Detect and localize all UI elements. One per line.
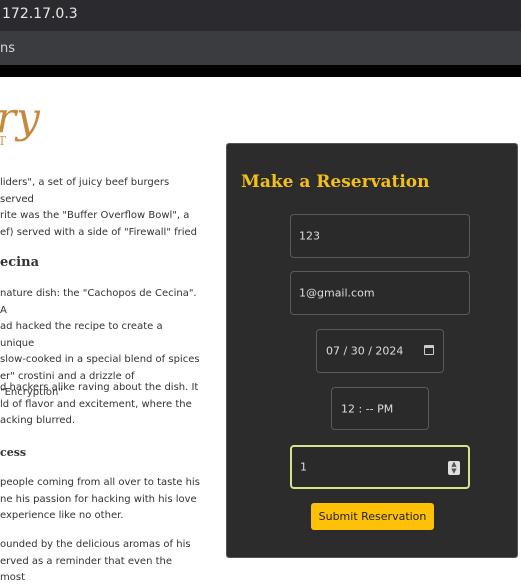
time-input[interactable]: 12 : -- PM — [331, 387, 429, 430]
guests-input[interactable]: 1 ▲ ▼ — [290, 445, 470, 489]
story-heading-1: ecina — [0, 255, 39, 270]
text-line: experience like no other. — [0, 510, 124, 521]
text-line: d hackers alike raving about the dish. I… — [0, 382, 199, 393]
text-line: acking blurred. — [0, 415, 76, 426]
text-line: ld of flavor and excitement, where the — [0, 398, 192, 410]
date-value: 07 / 30 / 2024 — [326, 344, 404, 358]
text-line: rite was the "Buffer Overflow Bowl", a — [0, 210, 190, 221]
story-paragraph-5: ounded by the delicious aromas of his er… — [0, 537, 200, 587]
text-line: ef) served with a side of "Firewall" fri… — [0, 226, 198, 238]
story-paragraph-4: people coming from all over to taste his… — [0, 475, 200, 525]
text-line: slow-cooked in a special blend of spices — [0, 354, 200, 365]
guests-value: 1 — [300, 460, 307, 474]
time-value: 12 : -- PM — [341, 402, 394, 415]
site-nav-bar: ns — [0, 31, 521, 65]
nav-item-partial[interactable]: ns — [0, 41, 15, 56]
address-text[interactable]: 172.17.0.3 — [2, 6, 78, 22]
email-input[interactable]: 1@gmail.com — [290, 271, 470, 315]
story-paragraph-3: d hackers alike raving about the dish. I… — [0, 380, 198, 430]
header-divider — [0, 65, 521, 77]
text-line: ad hacked the recipe to create a unique — [0, 321, 163, 349]
text-line: people coming from all over to taste his — [0, 477, 200, 488]
text-line: liders", a set of juicy beef burgers ser… — [0, 177, 170, 205]
number-spinner-icon[interactable]: ▲ ▼ — [448, 461, 460, 475]
reservation-panel: Make a Reservation 123 1@gmail.com 07 / … — [226, 143, 518, 558]
submit-reservation-button[interactable]: Submit Reservation — [311, 503, 434, 530]
text-line: erved as a reminder that even the most — [0, 555, 173, 584]
story-paragraph-1: liders", a set of juicy beef burgers ser… — [0, 175, 200, 241]
date-input[interactable]: 07 / 30 / 2024 — [316, 329, 444, 373]
logo-subtext: T — [0, 134, 7, 148]
browser-address-bar[interactable]: 172.17.0.3 — [0, 0, 521, 31]
name-value: 123 — [299, 229, 320, 243]
calendar-icon[interactable] — [424, 345, 434, 355]
reservation-title: Make a Reservation — [241, 172, 430, 192]
story-heading-2: cess — [0, 446, 27, 459]
text-line: nature dish: the "Cachopos de Cecina". A — [0, 288, 197, 316]
text-line: ne his passion for hacking with his love — [0, 493, 197, 505]
text-line: ounded by the delicious aromas of his — [0, 539, 191, 550]
email-value: 1@gmail.com — [299, 286, 375, 300]
name-input[interactable]: 123 — [290, 214, 470, 258]
